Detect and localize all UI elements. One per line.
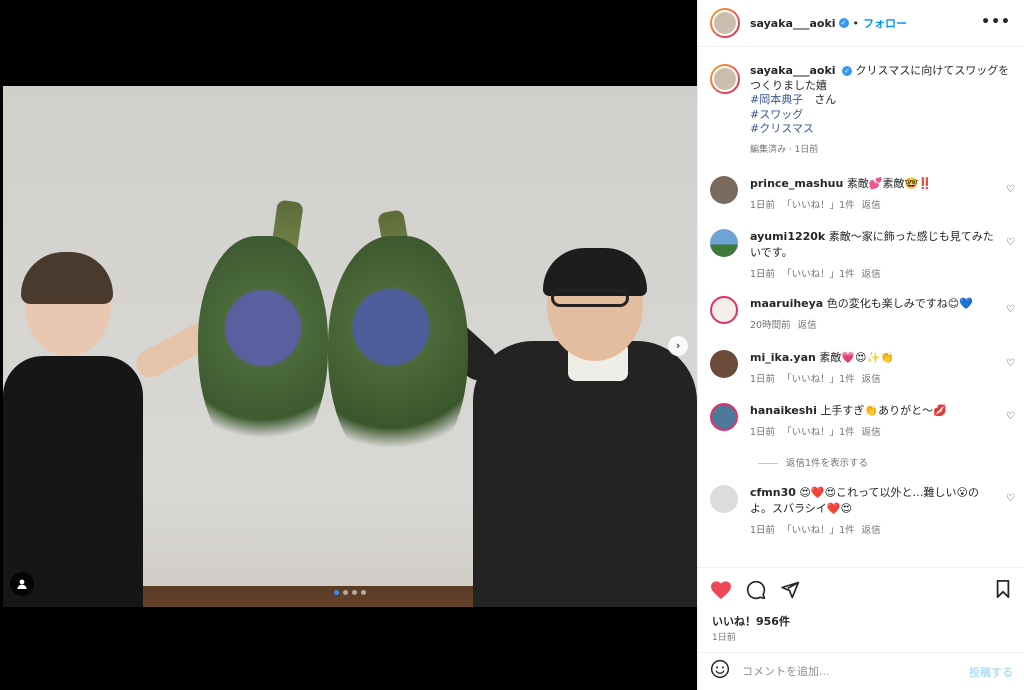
comment-heart-icon[interactable]: ♡	[1006, 304, 1015, 315]
reply-button[interactable]: 返信	[862, 525, 881, 536]
reply-button[interactable]: 返信	[862, 427, 881, 438]
avatar[interactable]	[710, 176, 738, 204]
comment-text: 素敵💗😍✨👏	[819, 351, 894, 364]
reply-button[interactable]: 返信	[862, 374, 881, 385]
caption-text-2: つくりました嬉	[750, 78, 827, 92]
comment-time: 1日前	[750, 269, 776, 280]
post-media: ›	[0, 0, 697, 690]
reply-button[interactable]: 返信	[798, 320, 817, 331]
post-header: sayaka___aoki ✓ • フォロー •••	[698, 0, 1024, 47]
verified-icon: ✓	[838, 18, 849, 28]
add-comment-bar: 投稿する	[698, 652, 1024, 690]
hashtag-link[interactable]: #スワッグ	[750, 108, 1009, 123]
post-photo[interactable]	[3, 86, 697, 607]
comment-text: 上手すぎ👏ありがと〜💋	[820, 404, 947, 417]
comment-username[interactable]: cfmn30	[750, 486, 796, 499]
comment-text: 素敵💕素敵🤓‼️	[846, 177, 932, 190]
photo-person-left	[3, 356, 143, 607]
likes-count[interactable]: いいね！956件	[712, 613, 790, 629]
hashtag-link[interactable]: #クリスマス	[750, 122, 1009, 137]
comment-likes[interactable]: 「いいね！」1件	[782, 200, 855, 211]
carousel-dot	[352, 590, 357, 595]
verified-icon: ✓	[842, 66, 853, 76]
comment-username[interactable]: maaruiheya	[750, 297, 823, 310]
bookmark-icon[interactable]	[995, 580, 1011, 603]
share-icon[interactable]	[780, 580, 800, 605]
caption-meta: 編集済み · 1日前	[750, 144, 819, 155]
comment-username[interactable]: prince_mashuu	[750, 177, 843, 190]
emoji-icon[interactable]	[710, 659, 730, 684]
photo-swag-right	[328, 236, 468, 476]
carousel-dots	[334, 590, 366, 595]
header-separator: •	[852, 16, 860, 30]
comment-time: 1日前	[750, 374, 776, 385]
more-options-icon[interactable]: •••	[981, 14, 1011, 30]
post-caption: sayaka___aoki ✓ クリスマスに向けてスワッグを つくりました嬉 #…	[710, 64, 1015, 157]
comment-time: 1日前	[750, 427, 776, 438]
comment-heart-icon[interactable]: ♡	[1006, 237, 1015, 248]
carousel-dot	[334, 590, 339, 595]
comment-item: hanaikeshi 上手すぎ👏ありがと〜💋 1日前 「いいね！」1件 返信 ♡	[710, 403, 1015, 441]
comment-item: maaruiheya 色の変化も楽しみですね😊💙 20時間前 返信 ♡	[710, 296, 1015, 334]
comment-likes[interactable]: 「いいね！」1件	[782, 427, 855, 438]
comment-username[interactable]: mi_ika.yan	[750, 351, 816, 364]
comment-likes[interactable]: 「いいね！」1件	[782, 269, 855, 280]
caption-text-1: クリスマスに向けてスワッグを	[855, 64, 1010, 77]
comment-username[interactable]: ayumi1220k	[750, 230, 825, 243]
follow-button[interactable]: フォロー	[863, 15, 907, 31]
person-icon[interactable]	[10, 572, 34, 596]
avatar[interactable]	[710, 350, 738, 378]
avatar[interactable]	[710, 8, 740, 38]
carousel-dot	[343, 590, 348, 595]
comment-icon[interactable]	[746, 580, 766, 605]
avatar[interactable]	[710, 485, 738, 513]
reply-button[interactable]: 返信	[862, 200, 881, 211]
comment-likes[interactable]: 「いいね！」1件	[782, 525, 855, 536]
avatar[interactable]	[710, 229, 738, 257]
header-username[interactable]: sayaka___aoki	[750, 17, 836, 30]
photo-glasses	[551, 289, 629, 307]
carousel-next-button[interactable]: ›	[668, 336, 688, 356]
post-time: 1日前	[712, 633, 736, 643]
avatar[interactable]	[710, 403, 738, 431]
caption-username[interactable]: sayaka___aoki	[750, 64, 836, 77]
comment-item: ayumi1220k 素敵〜家に飾った感じも見てみたいです。 1日前 「いいね！…	[710, 229, 1015, 283]
photo-hair-left	[21, 252, 113, 304]
comment-time: 1日前	[750, 200, 776, 211]
comment-heart-icon[interactable]: ♡	[1006, 493, 1015, 504]
comment-heart-icon[interactable]: ♡	[1006, 184, 1015, 195]
comment-item: mi_ika.yan 素敵💗😍✨👏 1日前 「いいね！」1件 返信 ♡	[710, 350, 1015, 388]
replies-divider	[758, 463, 778, 464]
comment-heart-icon[interactable]: ♡	[1006, 358, 1015, 369]
comment-time: 20時間前	[750, 320, 791, 331]
comment-text: 色の変化も楽しみですね😊💙	[826, 297, 973, 310]
comment-item: cfmn30 😍❤️😍これって以外と…難しい😮のよ。スバラシイ❤️😍 1日前 「…	[710, 485, 1015, 539]
view-replies-label[interactable]: 返信1件を表示する	[786, 458, 868, 469]
avatar[interactable]	[710, 296, 738, 324]
caption-tag-suffix: さん	[803, 93, 837, 106]
post-comment-button[interactable]: 投稿する	[969, 664, 1013, 680]
comment-time: 1日前	[750, 525, 776, 536]
comment-input[interactable]	[742, 665, 969, 678]
comment-likes[interactable]: 「いいね！」1件	[782, 374, 855, 385]
carousel-dot	[361, 590, 366, 595]
photo-swag-left	[198, 236, 328, 466]
heart-icon[interactable]	[710, 580, 732, 605]
post-side-panel: sayaka___aoki ✓ • フォロー ••• sayaka___aoki…	[697, 0, 1024, 690]
comment-heart-icon[interactable]: ♡	[1006, 411, 1015, 422]
view-replies-button[interactable]: 返信1件を表示する	[758, 455, 868, 469]
reply-button[interactable]: 返信	[862, 269, 881, 280]
hashtag-link[interactable]: #岡本典子	[750, 93, 803, 106]
comment-username[interactable]: hanaikeshi	[750, 404, 817, 417]
comment-item: prince_mashuu 素敵💕素敵🤓‼️ 1日前 「いいね！」1件 返信 ♡	[710, 176, 1015, 214]
avatar[interactable]	[710, 64, 740, 94]
